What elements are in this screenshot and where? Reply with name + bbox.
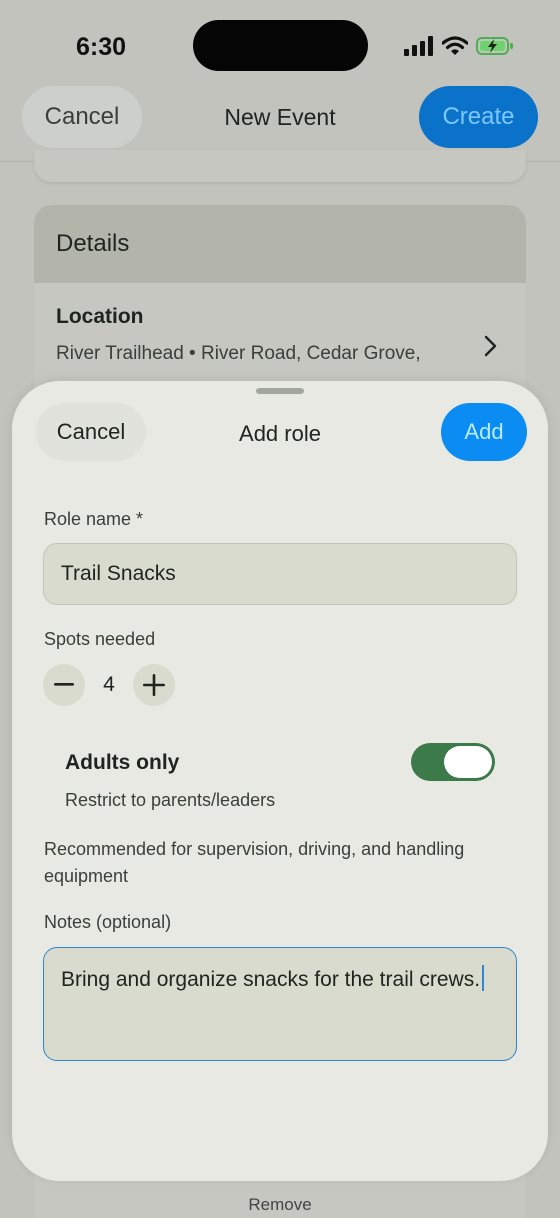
dynamic-island <box>193 20 368 71</box>
nav-create-button[interactable]: Create <box>419 86 538 148</box>
role-name-label: Role name * <box>44 509 144 529</box>
add-role-sheet: Cancel Add role Add Role name * Trail Sn… <box>12 381 548 1181</box>
details-header: Details <box>34 205 526 283</box>
minus-icon <box>54 683 74 686</box>
notes-label: Notes (optional) <box>44 912 172 932</box>
cellular-signal-icon <box>404 36 434 61</box>
plus-icon <box>143 674 165 696</box>
remove-button[interactable]: Remove <box>34 1195 526 1215</box>
previous-card <box>34 150 526 182</box>
status-icons <box>404 36 514 61</box>
text-caret <box>482 965 485 991</box>
adults-only-subtitle: Restrict to parents/leaders <box>65 790 276 810</box>
location-row[interactable]: Location River Trailhead • River Road, C… <box>34 283 526 389</box>
status-bar: 6:30 <box>0 0 560 90</box>
adults-only-toggle[interactable] <box>411 743 495 781</box>
wifi-icon <box>441 36 469 61</box>
increment-button[interactable] <box>133 664 175 706</box>
spots-value: 4 <box>103 673 115 696</box>
nav-bar: Cancel New Event Create <box>0 86 560 150</box>
adults-only-help-text: Recommended for supervision, driving, an… <box>44 839 465 886</box>
spots-stepper: 4 <box>43 664 175 706</box>
chevron-right-icon <box>484 335 498 362</box>
location-label: Location <box>56 305 144 328</box>
sheet-add-button[interactable]: Add <box>441 403 527 461</box>
decrement-button[interactable] <box>43 664 85 706</box>
notes-textarea[interactable]: Bring and organize snacks for the trail … <box>43 947 517 1061</box>
status-time: 6:30 <box>76 33 127 61</box>
toggle-knob <box>444 746 492 778</box>
notes-text: Bring and organize snacks for the trail … <box>61 968 481 991</box>
location-value: River Trailhead • River Road, Cedar Grov… <box>56 343 421 364</box>
sheet-grabber[interactable] <box>256 388 304 394</box>
spots-needed-label: Spots needed <box>44 629 156 649</box>
battery-charging-icon <box>476 36 514 61</box>
adults-only-title: Adults only <box>65 751 180 774</box>
role-name-input[interactable]: Trail Snacks <box>43 543 517 605</box>
